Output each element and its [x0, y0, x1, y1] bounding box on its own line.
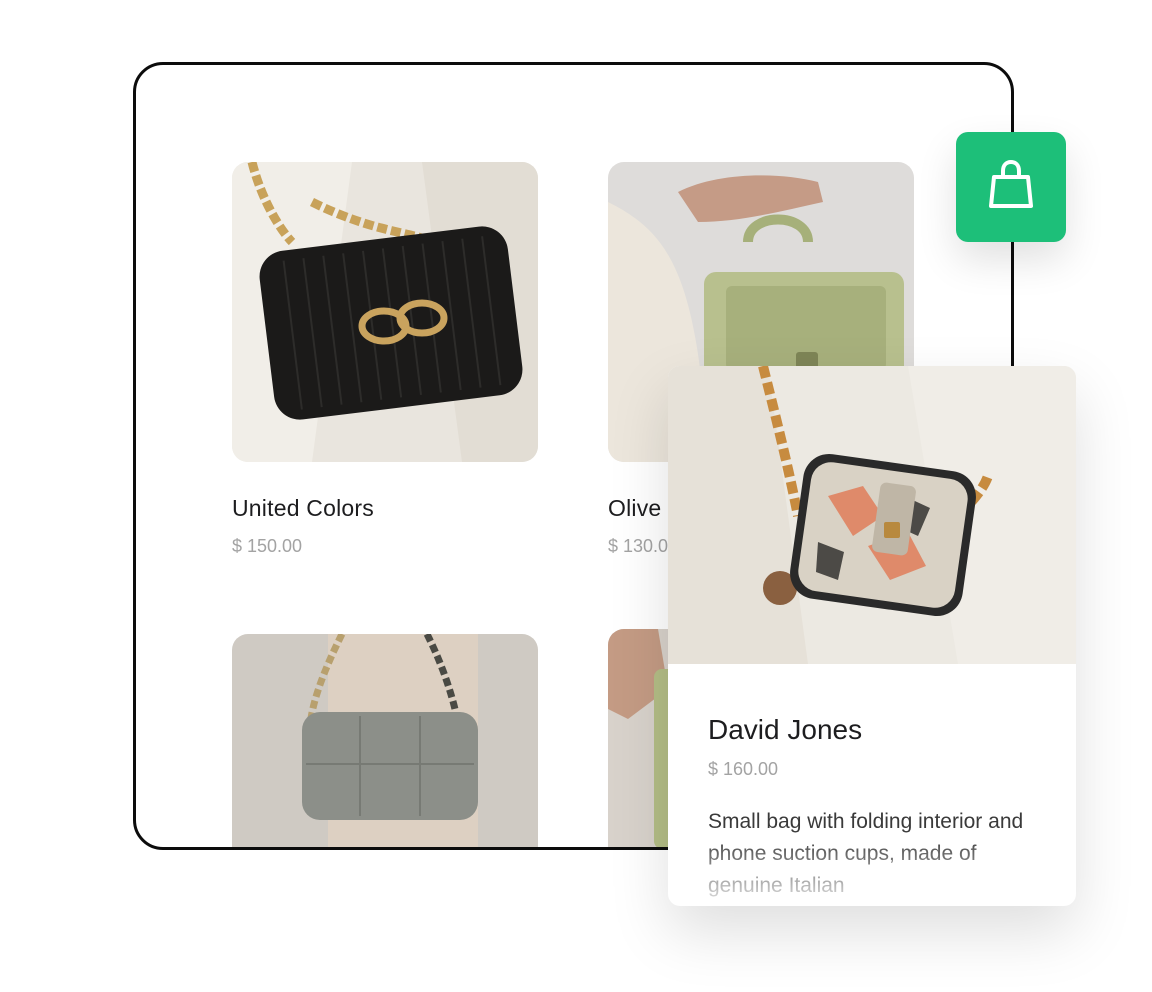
product-name[interactable]: United Colors: [232, 495, 374, 522]
stage: United Colors $ 150.00 Olive $ 130.00 Da…: [0, 0, 1152, 992]
product-image[interactable]: [232, 634, 538, 847]
product-card[interactable]: [232, 634, 538, 847]
detail-description: Small bag with folding interior and phon…: [708, 810, 1024, 897]
detail-image: [668, 366, 1076, 664]
cart-button[interactable]: [956, 132, 1066, 242]
detail-title: David Jones: [708, 714, 863, 745]
product-image[interactable]: [232, 162, 538, 462]
product-detail-card[interactable]: David Jones $ 160.00 Small bag with fold…: [668, 366, 1076, 906]
shopping-bag-icon: [988, 159, 1034, 215]
product-name[interactable]: Olive: [608, 495, 661, 522]
product-card[interactable]: United Colors $ 150.00: [232, 162, 538, 556]
detail-price: $ 160.00: [708, 759, 779, 779]
product-price: $ 150.00: [232, 536, 303, 556]
